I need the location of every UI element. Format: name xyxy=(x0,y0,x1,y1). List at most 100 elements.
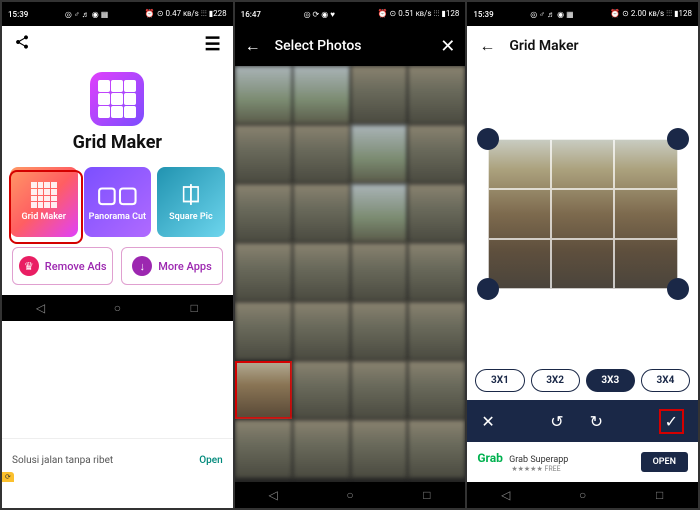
action-bar: ✕ ↺ ↻ ✓ xyxy=(467,400,698,442)
remove-ads-button[interactable]: ♛ Remove Ads xyxy=(12,247,113,285)
crown-icon: ♛ xyxy=(19,256,39,276)
close-icon[interactable]: ✕ xyxy=(440,36,455,57)
nav-bar: ◁ ○ □ xyxy=(235,482,466,508)
tile-label: Panorama Cut xyxy=(89,212,146,222)
feature-tiles: Grid Maker ▢▢ Panorama Cut ⎅ Square Pic xyxy=(2,167,233,237)
cancel-icon[interactable]: ✕ xyxy=(481,412,494,431)
photo-grid xyxy=(235,66,466,482)
button-label: Remove Ads xyxy=(45,260,107,273)
ad-open-button[interactable]: OPEN xyxy=(641,452,688,472)
top-bar: ☰ xyxy=(2,26,233,62)
screen-crop: 15:39 ◎ ♂ ♬ ◉ ▦ ⏰ ⊙ 2.00 ᴋʙ/s ⫶⫶⫶ ▮128 ←… xyxy=(467,2,698,508)
nav-recent-icon[interactable]: □ xyxy=(179,301,209,315)
photo-thumbnail[interactable] xyxy=(351,243,408,301)
ad-choices-icon[interactable]: ⟳ xyxy=(2,472,14,482)
photo-thumbnail[interactable] xyxy=(293,125,350,183)
ad-banner[interactable]: Grab Grab Superapp ★★★★★ FREE OPEN xyxy=(467,442,698,482)
tile-label: Grid Maker xyxy=(22,212,66,222)
status-app-icons: ◎ ♂ ♬ ◉ ▦ xyxy=(65,10,108,19)
crop-image[interactable] xyxy=(488,139,678,289)
ad-text: Grab Superapp xyxy=(509,455,568,465)
status-bar: 16:47 ◎ ⟳ ◉ ♥ ⏰ ⊙ 0.51 ᴋʙ/s ⫶⫶⫶ ▮128 xyxy=(235,2,466,26)
crop-handle-bl[interactable] xyxy=(477,278,499,300)
nav-bar: ◁ ○ □ xyxy=(467,482,698,508)
photo-thumbnail[interactable] xyxy=(408,302,465,360)
nav-back-icon[interactable]: ◁ xyxy=(258,488,288,502)
back-arrow-icon[interactable]: ← xyxy=(479,36,495,56)
photo-thumbnail[interactable] xyxy=(293,302,350,360)
nav-recent-icon[interactable]: □ xyxy=(645,488,675,502)
photo-thumbnail[interactable] xyxy=(351,361,408,419)
photo-thumbnail[interactable] xyxy=(351,66,408,124)
status-time: 15:39 xyxy=(8,10,28,19)
more-apps-button[interactable]: ↓ More Apps xyxy=(121,247,222,285)
top-bar: ← Grid Maker xyxy=(467,26,698,66)
crop-handle-br[interactable] xyxy=(667,278,689,300)
photo-thumbnail[interactable] xyxy=(408,66,465,124)
panorama-cut-tile[interactable]: ▢▢ Panorama Cut xyxy=(84,167,152,237)
photo-thumbnail[interactable] xyxy=(235,125,292,183)
photo-thumbnail[interactable] xyxy=(408,125,465,183)
confirm-check-icon[interactable]: ✓ xyxy=(659,409,684,434)
button-label: More Apps xyxy=(158,260,212,273)
page-title: Grid Maker xyxy=(509,38,578,54)
nav-home-icon[interactable]: ○ xyxy=(568,488,598,502)
screen-select-photos: 16:47 ◎ ⟳ ◉ ♥ ⏰ ⊙ 0.51 ᴋʙ/s ⫶⫶⫶ ▮128 ← S… xyxy=(235,2,466,508)
photo-thumbnail[interactable] xyxy=(351,184,408,242)
nav-home-icon[interactable]: ○ xyxy=(102,301,132,315)
nav-home-icon[interactable]: ○ xyxy=(335,488,365,502)
photo-thumbnail[interactable] xyxy=(293,420,350,478)
photo-thumbnail[interactable] xyxy=(235,243,292,301)
photo-thumbnail[interactable] xyxy=(235,66,292,124)
photo-thumbnail[interactable] xyxy=(293,243,350,301)
photo-thumbnail[interactable] xyxy=(351,125,408,183)
nav-back-icon[interactable]: ◁ xyxy=(25,301,55,315)
photo-thumbnail[interactable] xyxy=(408,361,465,419)
crop-canvas xyxy=(467,66,698,361)
crop-handle-tr[interactable] xyxy=(667,128,689,150)
photo-thumbnail[interactable] xyxy=(351,420,408,478)
photo-thumbnail[interactable] xyxy=(408,243,465,301)
status-sys-icons: ⏰ ⊙ 0.47 ᴋʙ/s ⫶⫶⫶ ▮228 xyxy=(145,9,227,19)
photo-thumbnail[interactable] xyxy=(408,184,465,242)
ratio-3x2-button[interactable]: 3X2 xyxy=(531,369,580,392)
photo-thumbnail[interactable] xyxy=(351,302,408,360)
status-bar: 15:39 ◎ ♂ ♬ ◉ ▦ ⏰ ⊙ 0.47 ᴋʙ/s ⫶⫶⫶ ▮228 xyxy=(2,2,233,26)
status-sys-icons: ⏰ ⊙ 2.00 ᴋʙ/s ⫶⫶⫶ ▮128 xyxy=(610,9,692,19)
screen-home: 15:39 ◎ ♂ ♬ ◉ ▦ ⏰ ⊙ 0.47 ᴋʙ/s ⫶⫶⫶ ▮228 ☰… xyxy=(2,2,233,508)
crop-handle-tl[interactable] xyxy=(477,128,499,150)
nav-bar: ◁ ○ □ xyxy=(2,295,233,321)
ratio-3x1-button[interactable]: 3X1 xyxy=(475,369,524,392)
status-app-icons: ◎ ♂ ♬ ◉ ▦ xyxy=(530,10,573,19)
photo-thumbnail[interactable] xyxy=(293,184,350,242)
share-icon[interactable] xyxy=(14,34,30,54)
photo-thumbnail[interactable] xyxy=(293,66,350,124)
rotate-right-icon[interactable]: ↻ xyxy=(590,412,603,431)
rotate-left-icon[interactable]: ↺ xyxy=(550,412,563,431)
status-app-icons: ◎ ⟳ ◉ ♥ xyxy=(304,10,335,19)
ratio-selector: 3X1 3X2 3X3 3X4 xyxy=(467,361,698,400)
square-pic-tile[interactable]: ⎅ Square Pic xyxy=(157,167,225,237)
ad-banner[interactable]: Solusi jalan tanpa ribet Open xyxy=(2,438,233,482)
app-title: Grid Maker xyxy=(2,132,233,153)
nav-recent-icon[interactable]: □ xyxy=(412,488,442,502)
hamburger-icon[interactable]: ☰ xyxy=(205,34,221,55)
ratio-3x4-button[interactable]: 3X4 xyxy=(641,369,690,392)
status-bar: 15:39 ◎ ♂ ♬ ◉ ▦ ⏰ ⊙ 2.00 ᴋʙ/s ⫶⫶⫶ ▮128 xyxy=(467,2,698,26)
photo-thumbnail[interactable] xyxy=(235,302,292,360)
photo-thumbnail[interactable] xyxy=(235,420,292,478)
grid-maker-tile[interactable]: Grid Maker xyxy=(10,167,78,237)
top-bar: ← Select Photos ✕ xyxy=(235,26,466,66)
nav-back-icon[interactable]: ◁ xyxy=(491,488,521,502)
download-icon: ↓ xyxy=(132,256,152,276)
ratio-3x3-button[interactable]: 3X3 xyxy=(586,369,635,392)
status-time: 16:47 xyxy=(241,10,261,19)
grid-icon xyxy=(31,182,57,208)
ad-open-link[interactable]: Open xyxy=(199,455,222,466)
back-arrow-icon[interactable]: ← xyxy=(245,36,261,56)
photo-thumbnail[interactable] xyxy=(293,361,350,419)
photo-thumbnail-selected[interactable] xyxy=(235,361,292,419)
photo-thumbnail[interactable] xyxy=(408,420,465,478)
crop-icon: ⎅ xyxy=(182,183,200,208)
photo-thumbnail[interactable] xyxy=(235,184,292,242)
